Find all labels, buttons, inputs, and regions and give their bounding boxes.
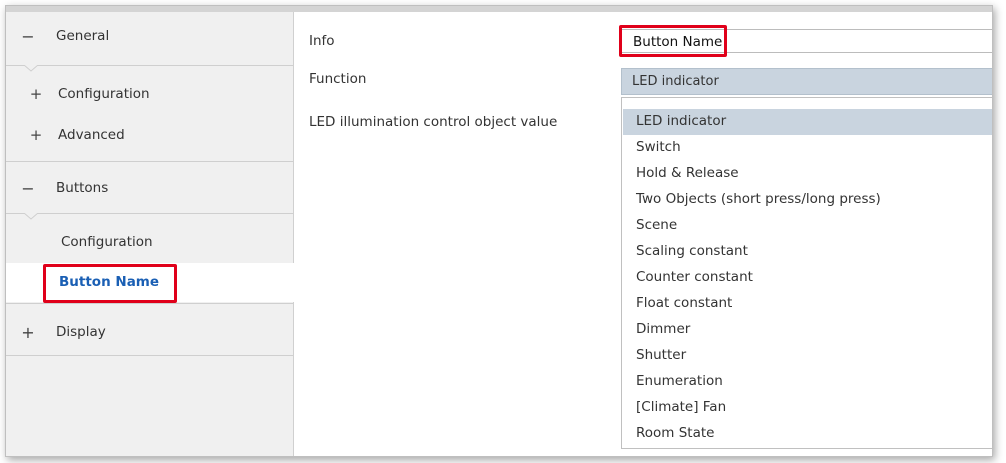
- function-dropdown-list: LED indicator ✔ Switch Hold & Release Tw…: [621, 97, 992, 449]
- collapse-icon: −: [21, 26, 35, 46]
- function-select[interactable]: LED indicator: [621, 68, 992, 95]
- dropdown-option[interactable]: Two Objects (short press/long press): [623, 187, 992, 213]
- dropdown-option[interactable]: Scaling constant: [623, 239, 992, 265]
- pointer-notch-icon: [24, 213, 38, 220]
- dropdown-option[interactable]: Switch: [623, 135, 992, 161]
- sidebar-item-general[interactable]: − General: [6, 24, 293, 48]
- dropdown-option[interactable]: Float constant: [623, 291, 992, 317]
- option-label: Enumeration: [636, 373, 723, 389]
- divider: [6, 355, 293, 356]
- sidebar-item-label: Buttons: [56, 180, 109, 196]
- dropdown-option[interactable]: Enumeration: [623, 369, 992, 395]
- highlight-box: [43, 264, 177, 303]
- option-label: Hold & Release: [636, 165, 739, 181]
- dropdown-option[interactable]: LED indicator ✔: [623, 109, 992, 135]
- option-label: Two Objects (short press/long press): [636, 191, 881, 207]
- divider: [6, 65, 293, 66]
- window: − General + Configuration + Advanced − B…: [5, 5, 993, 457]
- divider: [6, 161, 293, 162]
- function-label: Function: [309, 71, 367, 87]
- option-label: Room State: [636, 425, 715, 441]
- dropdown-option[interactable]: Counter constant: [623, 265, 992, 291]
- highlight-box: [619, 25, 727, 57]
- option-label: [Climate] Fan: [636, 399, 727, 415]
- sidebar-item-buttons[interactable]: − Buttons: [6, 176, 293, 200]
- collapse-icon: −: [21, 178, 35, 198]
- sidebar-item-display[interactable]: + Display: [6, 320, 293, 344]
- expand-icon: +: [29, 85, 43, 103]
- sidebar-item-label: Display: [56, 324, 106, 340]
- led-control-label: LED illumination control object value: [309, 114, 558, 130]
- sidebar-item-configuration[interactable]: + Configuration: [6, 82, 293, 106]
- sidebar: − General + Configuration + Advanced − B…: [6, 12, 302, 456]
- option-label: Switch: [636, 139, 681, 155]
- function-select-value: LED indicator: [632, 74, 719, 89]
- dropdown-option[interactable]: Shutter: [623, 343, 992, 369]
- dropdown-option[interactable]: Hold & Release: [623, 161, 992, 187]
- info-label: Info: [309, 33, 335, 49]
- expand-icon: +: [29, 126, 43, 144]
- sidebar-item-buttons-configuration[interactable]: Configuration: [6, 230, 293, 254]
- dropdown-option[interactable]: Room State: [623, 421, 992, 447]
- dropdown-option[interactable]: Scene: [623, 213, 992, 239]
- divider: [6, 213, 293, 214]
- divider: [6, 303, 293, 304]
- main-panel: Info Button Name Function LED indicator …: [294, 12, 992, 456]
- option-label: Float constant: [636, 295, 733, 311]
- dropdown-option[interactable]: [Climate] Fan: [623, 395, 992, 421]
- option-label: Dimmer: [636, 321, 691, 337]
- sidebar-item-advanced[interactable]: + Advanced: [6, 123, 293, 147]
- dropdown-option[interactable]: Dimmer: [623, 317, 992, 343]
- option-label: Scene: [636, 217, 678, 233]
- option-label: Shutter: [636, 347, 687, 363]
- sidebar-item-label: General: [56, 28, 110, 44]
- option-label: LED indicator: [636, 113, 727, 129]
- pointer-notch-icon: [24, 65, 38, 72]
- sidebar-item-label: Configuration: [61, 234, 153, 250]
- sidebar-item-label: Configuration: [58, 86, 150, 102]
- sidebar-item-button-name[interactable]: Button Name: [6, 263, 302, 303]
- expand-icon: +: [21, 322, 35, 342]
- sidebar-item-label: Advanced: [58, 127, 125, 143]
- option-label: Counter constant: [636, 269, 753, 285]
- option-label: Scaling constant: [636, 243, 748, 259]
